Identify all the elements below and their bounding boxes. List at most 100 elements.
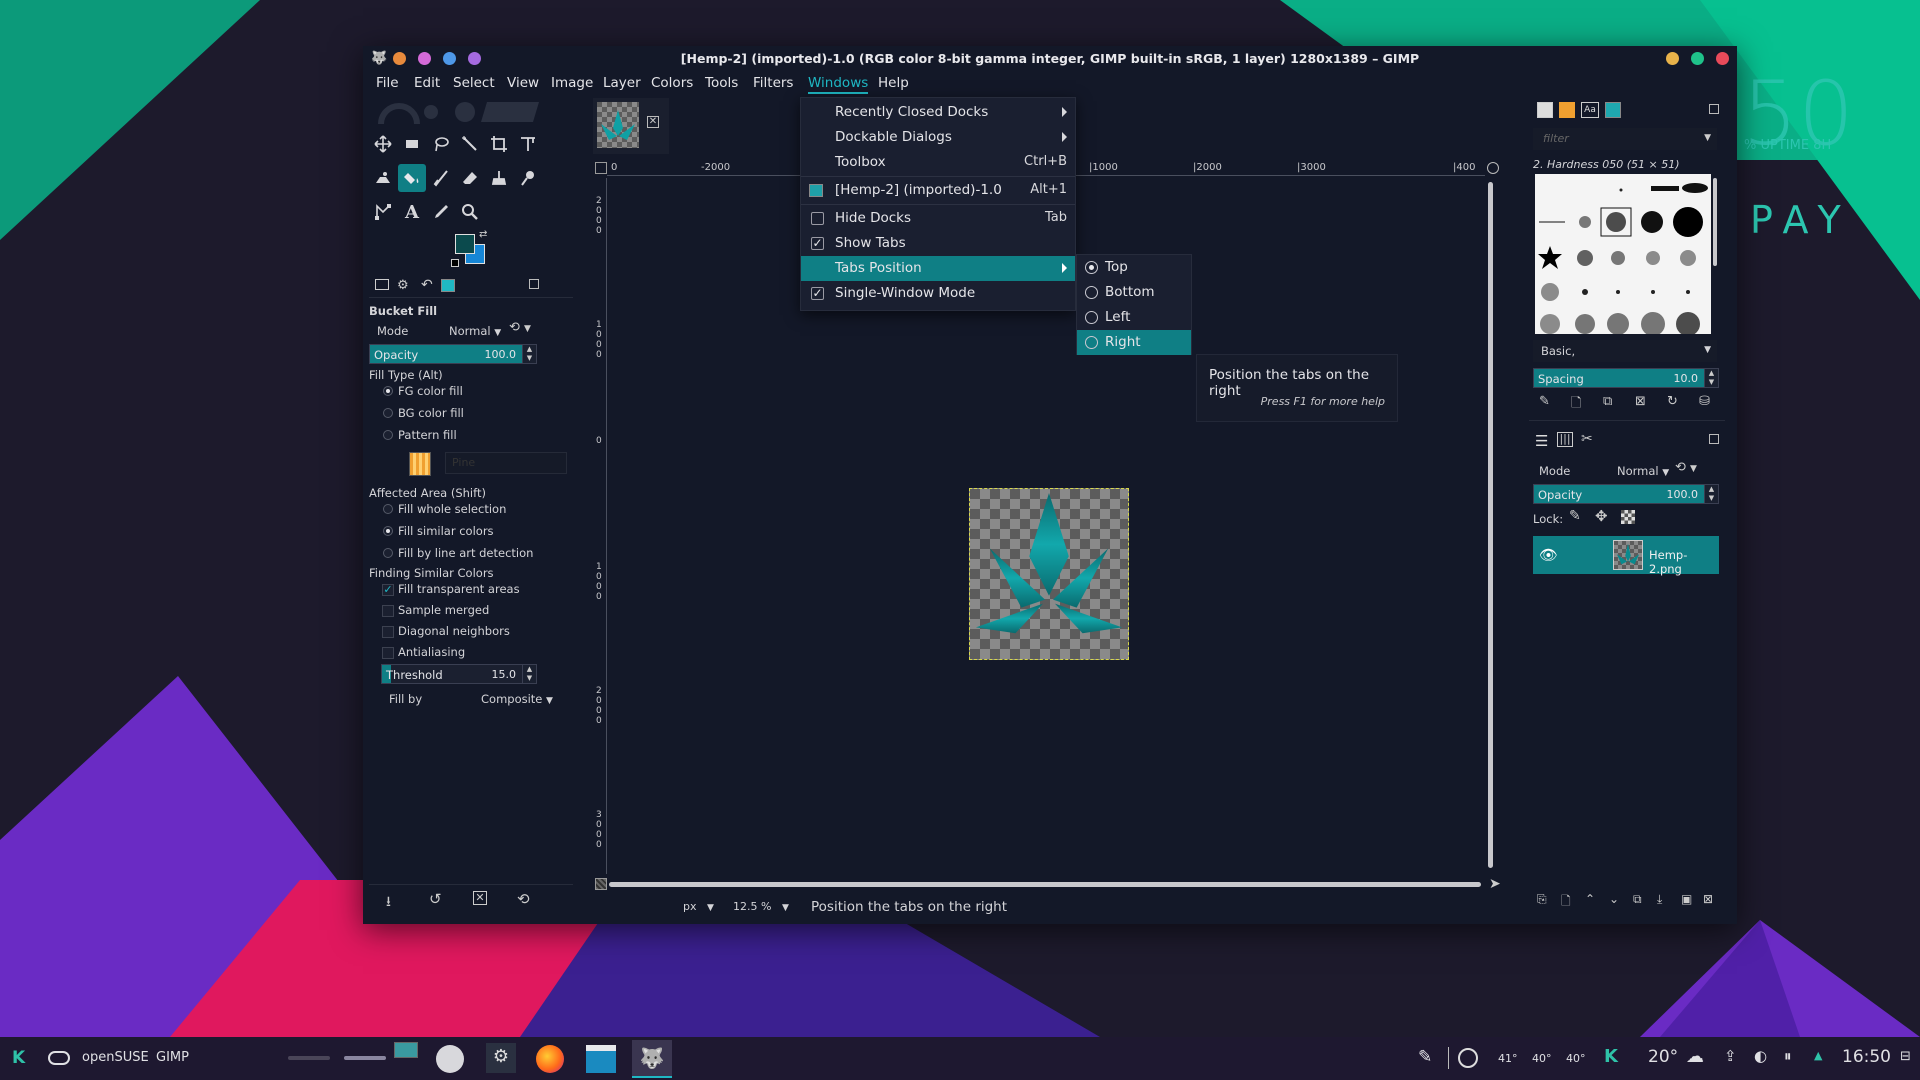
- lock-pixels-icon[interactable]: ✎: [1569, 508, 1581, 524]
- menu-windows[interactable]: Windows: [808, 74, 869, 94]
- delete-options-icon[interactable]: ✕: [473, 891, 487, 905]
- move-tool-icon[interactable]: [369, 130, 397, 158]
- application-launcher-icon[interactable]: K: [12, 1048, 25, 1068]
- menu-file[interactable]: File: [376, 74, 399, 94]
- threshold-slider[interactable]: Threshold 15.0 ▲ ▼: [381, 664, 537, 684]
- pattern-fill-radio[interactable]: [383, 430, 393, 440]
- threshold-spinner[interactable]: ▲ ▼: [522, 665, 536, 683]
- lock-alpha-icon[interactable]: [1621, 510, 1635, 524]
- paintbrush-tool-icon[interactable]: [427, 164, 455, 192]
- menu-view[interactable]: View: [507, 74, 539, 94]
- window-dot-orange[interactable]: [393, 52, 406, 65]
- close-image-tab-icon[interactable]: ✕: [647, 116, 659, 128]
- window-dot-pink[interactable]: [418, 52, 431, 65]
- channels-tab-icon[interactable]: |||: [1557, 432, 1573, 447]
- document-history-tab-icon[interactable]: [1605, 102, 1621, 118]
- configure-tab-icon[interactable]: [529, 279, 539, 289]
- unified-transform-tool-icon[interactable]: [514, 130, 542, 158]
- reset-options-icon[interactable]: ⟲: [517, 890, 530, 908]
- night-color-icon[interactable]: [1458, 1048, 1478, 1068]
- fill-whole-selection-radio[interactable]: [383, 504, 393, 514]
- pattern-swatch[interactable]: [409, 452, 431, 476]
- images-tab-icon[interactable]: [441, 279, 455, 292]
- task-gimp-icon[interactable]: 🐺: [632, 1040, 672, 1078]
- raise-layer-icon[interactable]: ⌃: [1585, 892, 1595, 906]
- delete-brush-icon[interactable]: ⊠: [1635, 394, 1646, 409]
- tabs-position-bottom[interactable]: Bottom: [1077, 280, 1191, 305]
- vertical-scrollbar[interactable]: [1488, 182, 1493, 868]
- pager-desktop-3[interactable]: [394, 1042, 418, 1058]
- duplicate-layer-icon[interactable]: ⧉: [1633, 892, 1642, 907]
- diagonal-neighbors-checkbox[interactable]: [382, 626, 394, 638]
- lasso-tool-icon[interactable]: [427, 130, 455, 158]
- menu-edit[interactable]: Edit: [414, 74, 440, 94]
- fonts-tab-icon[interactable]: Aa: [1581, 102, 1599, 118]
- new-brush-icon[interactable]: 🗋: [1571, 394, 1581, 416]
- menu-item-hide-docks[interactable]: Hide Docks Tab: [801, 206, 1075, 231]
- menu-layer[interactable]: Layer: [603, 74, 641, 94]
- media-icon[interactable]: ⏸: [1784, 1047, 1792, 1065]
- new-layer-icon[interactable]: 🗋: [1561, 892, 1571, 913]
- task-file-manager-icon[interactable]: [586, 1045, 616, 1073]
- eye-icon[interactable]: 👁: [1539, 546, 1558, 564]
- brightness-icon[interactable]: ◐: [1754, 1047, 1767, 1065]
- quick-mask-icon[interactable]: [595, 878, 607, 890]
- pager-desktop-2[interactable]: [344, 1056, 386, 1060]
- pattern-name-field[interactable]: Pine: [445, 452, 567, 474]
- brush-grid[interactable]: [1535, 174, 1711, 334]
- edit-brush-icon[interactable]: ✎: [1539, 394, 1550, 409]
- bucket-fill-tool-icon[interactable]: [398, 164, 426, 192]
- menu-item-toolbox[interactable]: Toolbox Ctrl+B: [801, 150, 1075, 175]
- task-inkscape-icon[interactable]: [436, 1045, 464, 1073]
- color-picker-tool-icon[interactable]: [427, 198, 455, 226]
- new-layer-group-icon[interactable]: ⎘: [1537, 892, 1547, 907]
- lock-position-icon[interactable]: ✥: [1595, 507, 1608, 525]
- zoom-to-fit-icon[interactable]: [1487, 162, 1499, 174]
- fill-line-art-radio[interactable]: [383, 548, 393, 558]
- eraser-tool-icon[interactable]: [456, 164, 484, 192]
- tabs-position-top[interactable]: Top: [1077, 255, 1191, 280]
- fg-color-swatch[interactable]: [455, 234, 475, 254]
- fuzzy-select-tool-icon[interactable]: [456, 130, 484, 158]
- lower-layer-icon[interactable]: ⌄: [1609, 892, 1619, 906]
- spacing-spinner[interactable]: ▲ ▼: [1704, 369, 1718, 387]
- configure-tab-icon[interactable]: [1709, 434, 1719, 444]
- fill-by-select[interactable]: Composite ▼: [481, 692, 553, 706]
- opacity-slider[interactable]: Opacity 100.0 ▲ ▼: [369, 344, 537, 364]
- reset-mode-icon[interactable]: ⟲ ▼: [509, 320, 531, 335]
- mask-layer-icon[interactable]: ▣: [1681, 892, 1692, 906]
- antialiasing-checkbox[interactable]: [382, 647, 394, 659]
- menu-item-tabs-position[interactable]: Tabs Position: [801, 256, 1075, 281]
- tabs-position-left[interactable]: Left: [1077, 305, 1191, 330]
- task-settings-icon[interactable]: ⚙: [486, 1043, 516, 1073]
- duplicate-brush-icon[interactable]: ⧉: [1603, 394, 1612, 409]
- layers-opacity-spinner[interactable]: ▲ ▼: [1704, 485, 1718, 503]
- clock[interactable]: 16:50: [1842, 1047, 1891, 1067]
- brush-filter-input[interactable]: filter ▼: [1533, 128, 1717, 150]
- zoom-tool-icon[interactable]: [456, 198, 484, 226]
- menu-colors[interactable]: Colors: [651, 74, 693, 94]
- menu-item-show-tabs[interactable]: ✓ Show Tabs: [801, 231, 1075, 256]
- patterns-tab-icon[interactable]: [1559, 102, 1575, 118]
- brush-preset-select[interactable]: Basic, ▼: [1533, 340, 1717, 362]
- swap-colors-icon[interactable]: ⇄: [479, 229, 487, 240]
- open-brush-folder-icon[interactable]: ⛁: [1699, 394, 1710, 409]
- horizontal-scrollbar[interactable]: [609, 882, 1481, 887]
- menu-item-image-window[interactable]: [Hemp-2] (imported)-1.0 Alt+1: [801, 178, 1075, 203]
- default-colors-icon[interactable]: [451, 259, 459, 267]
- smudge-tool-icon[interactable]: [514, 164, 542, 192]
- updates-icon[interactable]: ⇪: [1724, 1047, 1737, 1065]
- layer-row[interactable]: 👁 Hemp-2.png: [1533, 536, 1719, 576]
- menu-image[interactable]: Image: [551, 74, 593, 94]
- layers-mode-select[interactable]: Normal ▼: [1617, 464, 1669, 478]
- color-picker-tray-icon[interactable]: ✎: [1418, 1047, 1432, 1067]
- refresh-brushes-icon[interactable]: ↻: [1667, 394, 1678, 409]
- menu-item-recently-closed-docks[interactable]: Recently Closed Docks: [801, 100, 1075, 125]
- undo-history-tab-icon[interactable]: ↶: [421, 277, 433, 293]
- layers-tab-icon[interactable]: ☰: [1535, 432, 1548, 450]
- window-dot-purple[interactable]: [468, 52, 481, 65]
- rect-select-tool-icon[interactable]: [398, 130, 426, 158]
- fg-fill-radio[interactable]: [383, 386, 393, 396]
- configure-tab-icon[interactable]: [1709, 104, 1719, 114]
- menu-item-single-window-mode[interactable]: ✓ Single-Window Mode: [801, 281, 1075, 306]
